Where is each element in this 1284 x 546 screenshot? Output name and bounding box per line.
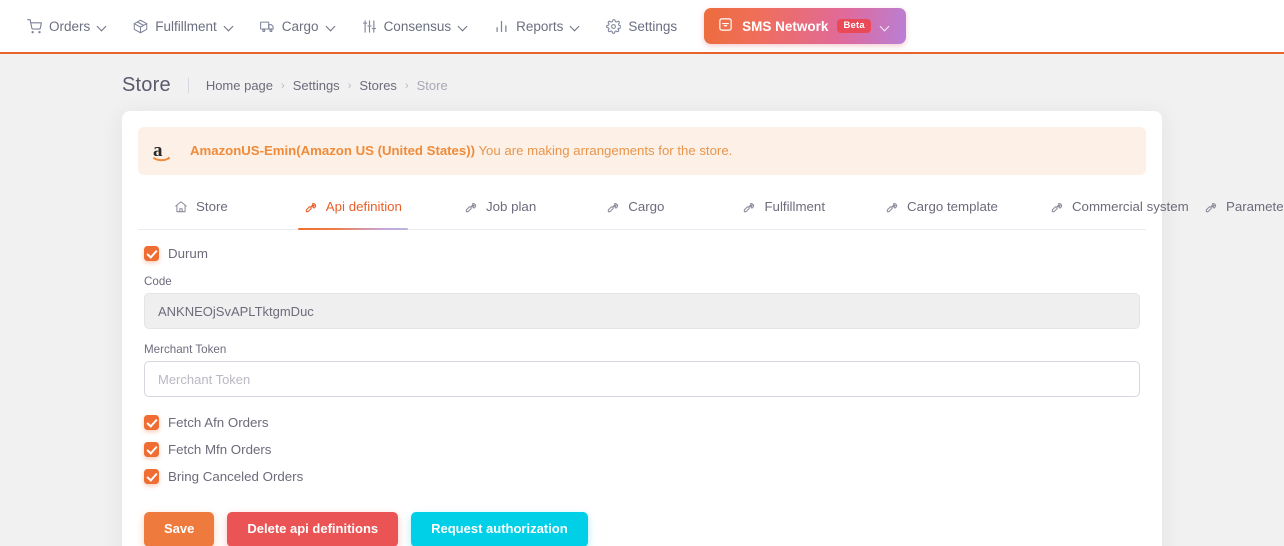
durum-checkbox-row[interactable]: Durum [144, 246, 1140, 261]
tab-api-definition[interactable]: Api definition [297, 189, 409, 230]
checkbox-checked-icon[interactable] [144, 469, 159, 484]
tab-store[interactable]: Store [168, 189, 234, 229]
merchant-token-input[interactable] [144, 361, 1140, 397]
settings-tabs: Store Api definition Job plan Cargo Fulf [138, 189, 1284, 230]
wrench-icon [464, 200, 478, 217]
breadcrumb-item-stores[interactable]: Stores [359, 78, 397, 93]
sliders-icon [362, 19, 377, 34]
nav-item-label: Consensus [383, 18, 452, 34]
wrench-icon [1204, 200, 1218, 217]
merchant-token-field-group: Merchant Token [144, 343, 1140, 397]
store-alert-banner: a AmazonUS-Emin(Amazon US (United States… [138, 127, 1146, 175]
wrench-icon [1050, 200, 1064, 217]
store-alert-strong: AmazonUS-Emin(Amazon US (United States)) [190, 143, 476, 159]
nav-item-fulfillment[interactable]: Fulfillment [120, 13, 247, 40]
tab-parameter[interactable]: Parameter [1198, 189, 1284, 229]
nav-item-label: Orders [49, 18, 91, 34]
checkbox-checked-icon[interactable] [144, 442, 159, 457]
breadcrumb-separator: › [347, 79, 352, 92]
nav-item-settings[interactable]: Settings [593, 13, 690, 40]
package-icon [133, 19, 148, 34]
page-header: Store Home page › Settings › Stores › St… [0, 54, 1284, 111]
checkbox-label: Bring Canceled Orders [168, 469, 304, 484]
durum-checkbox-label: Durum [168, 246, 208, 261]
page-title: Store [122, 74, 171, 96]
breadcrumb-separator: › [281, 79, 285, 92]
fetch-mfn-orders-checkbox-row[interactable]: Fetch Mfn Orders [144, 442, 1140, 457]
tab-job-plan[interactable]: Job plan [458, 189, 542, 229]
merchant-token-field-label: Merchant Token [144, 343, 227, 356]
truck-icon [259, 19, 275, 34]
chevron-down-icon [327, 22, 336, 31]
tab-label: Cargo template [907, 199, 998, 214]
cart-icon [27, 18, 42, 34]
chevron-down-icon [225, 22, 234, 31]
store-alert-message: You are making arrangements for the stor… [475, 143, 733, 159]
wrench-icon [885, 200, 899, 217]
tab-cargo[interactable]: Cargo [600, 189, 670, 229]
nav-item-label: Settings [628, 18, 678, 34]
inbox-icon [718, 17, 733, 35]
tab-cargo-template[interactable]: Cargo template [879, 189, 1004, 229]
tab-label: Cargo [628, 199, 665, 214]
tab-label: Fulfillment [764, 199, 826, 214]
home-icon [174, 200, 188, 217]
nav-item-label: Reports [516, 18, 564, 34]
tab-label: Store [196, 199, 228, 214]
save-button[interactable]: Save [144, 512, 215, 546]
amazon-logo-icon: a [152, 139, 178, 163]
nav-item-reports[interactable]: Reports [481, 13, 593, 40]
bring-canceled-orders-checkbox-row[interactable]: Bring Canceled Orders [144, 469, 1140, 484]
store-alert-text: AmazonUS-Emin(Amazon US (United States))… [190, 142, 732, 159]
form-actions: Save Delete api definitions Request auth… [144, 512, 1140, 546]
checkbox-checked-icon[interactable] [144, 415, 159, 430]
gear-icon [606, 18, 622, 34]
delete-api-definitions-button[interactable]: Delete api definitions [227, 512, 399, 546]
checkbox-checked-icon[interactable] [144, 246, 159, 261]
sms-network-button[interactable]: SMS Network Beta [704, 8, 906, 44]
bar-chart-icon [494, 19, 509, 34]
nav-item-label: Cargo [281, 18, 319, 34]
checkbox-label: Fetch Mfn Orders [168, 442, 272, 457]
code-field-label: Code [144, 275, 172, 288]
checkbox-label: Fetch Afn Orders [168, 415, 269, 430]
chevron-down-icon [571, 22, 580, 31]
breadcrumb-item-settings[interactable]: Settings [293, 78, 340, 93]
nav-item-consensus[interactable]: Consensus [349, 13, 482, 40]
order-fetch-options: Fetch Afn Orders Fetch Mfn Orders Bring … [144, 415, 1140, 484]
api-definition-form: Durum Code Merchant Token Fetch Afn Orde… [138, 230, 1146, 546]
tab-label: Job plan [485, 199, 537, 214]
nav-item-cargo[interactable]: Cargo [247, 13, 349, 40]
sms-network-label: SMS Network [742, 18, 829, 34]
store-settings-card: a AmazonUS-Emin(Amazon US (United States… [122, 111, 1284, 546]
breadcrumb-item-home-page[interactable]: Home page [206, 78, 273, 93]
top-navigation-bar: Orders Fulfillment Cargo Consensus Repor… [0, 0, 1284, 54]
tab-label: Parameter [1225, 199, 1284, 214]
wrench-icon [304, 200, 318, 217]
breadcrumb-item-current: Store [416, 78, 448, 93]
tab-label: Api definition [325, 199, 402, 214]
chevron-down-icon[interactable] [881, 22, 890, 31]
fetch-afn-orders-checkbox-row[interactable]: Fetch Afn Orders [144, 415, 1140, 430]
code-input[interactable] [144, 293, 1140, 329]
request-authorization-button[interactable]: Request authorization [411, 512, 588, 546]
chevron-down-icon [459, 22, 468, 31]
breadcrumb-separator: › [404, 79, 409, 92]
nav-item-label: Fulfillment [155, 18, 217, 34]
chevron-down-icon [98, 22, 107, 31]
beta-badge: Beta [837, 18, 871, 34]
nav-item-orders[interactable]: Orders [14, 13, 120, 40]
tab-fulfillment[interactable]: Fulfillment [736, 189, 831, 229]
breadcrumb: Home page › Settings › Stores › Store [187, 78, 448, 93]
tab-commercial-system[interactable]: Commercial system [1044, 189, 1189, 229]
tab-label: Commercial system [1071, 199, 1189, 214]
code-field-group: Code [144, 275, 1140, 329]
wrench-icon [606, 200, 620, 217]
wrench-icon [742, 200, 756, 217]
